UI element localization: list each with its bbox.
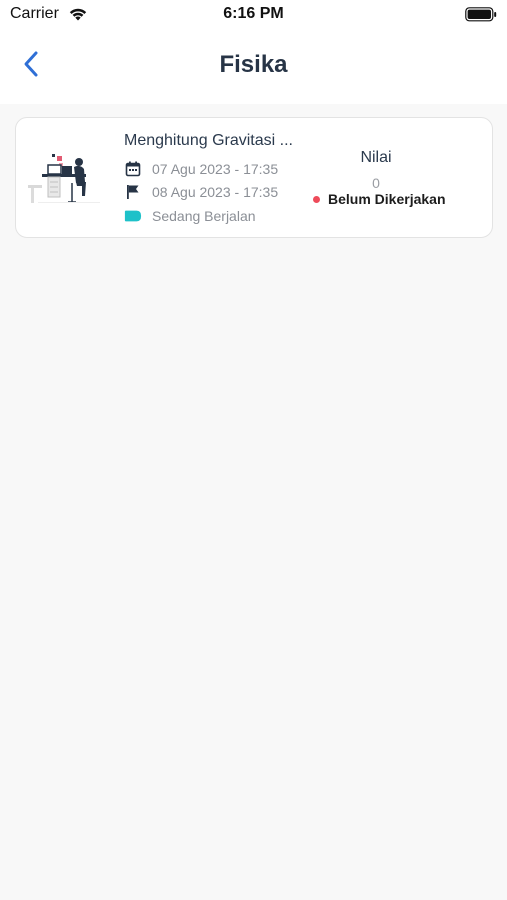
assignment-title: Menghitung Gravitasi ... xyxy=(124,132,293,149)
app-header: Fisika xyxy=(0,30,507,104)
tag-icon xyxy=(124,207,142,225)
end-date: 08 Agu 2023 - 17:35 xyxy=(152,184,279,200)
status-dot-icon xyxy=(313,195,320,203)
flag-icon xyxy=(124,183,142,201)
assignment-card[interactable]: Menghitung Gravitasi ... 07 Agu 2023 - 1… xyxy=(15,117,493,238)
status-row: Sedang Berjalan xyxy=(124,207,256,225)
battery-icon xyxy=(465,7,497,27)
desk-illustration xyxy=(28,152,108,208)
page-title: Fisika xyxy=(219,51,288,78)
start-date-row: 07 Agu 2023 - 17:35 xyxy=(124,160,278,178)
screen: Carrier 6:16 PM Fisika Menghitung Gravit… xyxy=(0,0,507,900)
score-value: 0 xyxy=(372,175,380,191)
score-label: Nilai xyxy=(360,149,392,166)
status-badge: Sedang Berjalan xyxy=(152,208,256,224)
work-status: Belum Dikerjakan xyxy=(313,191,446,207)
clock: 6:16 PM xyxy=(223,5,284,22)
end-date-row: 08 Agu 2023 - 17:35 xyxy=(124,183,278,201)
work-status-label: Belum Dikerjakan xyxy=(328,191,446,207)
calendar-icon xyxy=(124,160,142,178)
start-date: 07 Agu 2023 - 17:35 xyxy=(152,161,279,177)
status-bar: Carrier 6:16 PM xyxy=(0,0,507,30)
